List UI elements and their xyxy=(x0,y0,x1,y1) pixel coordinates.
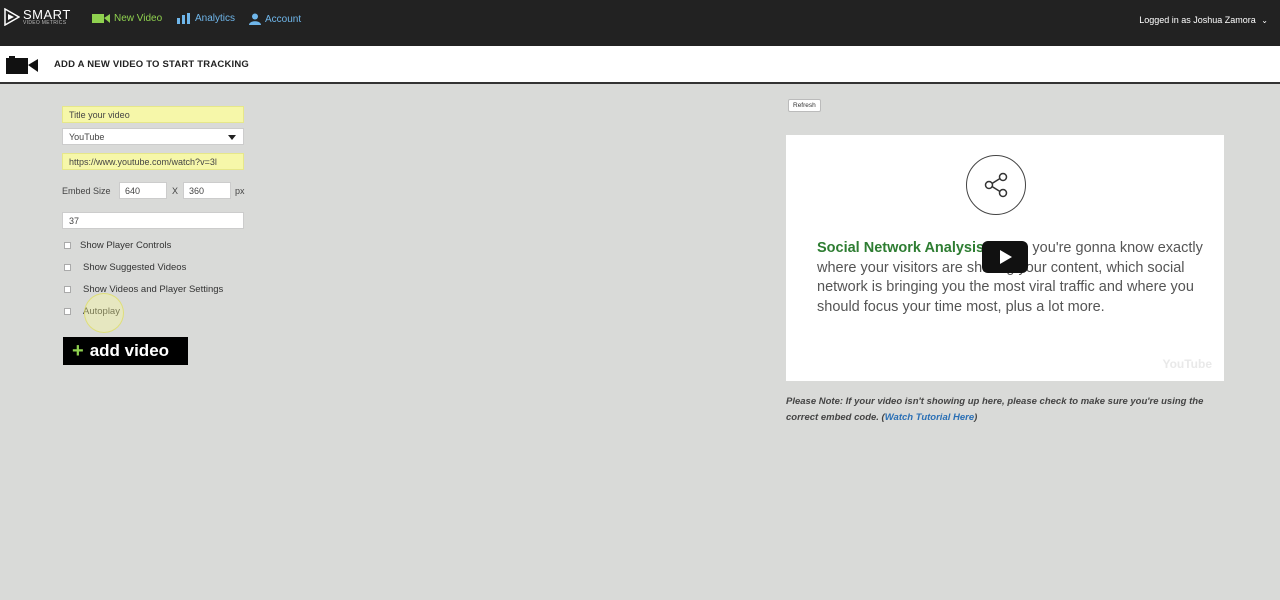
logged-in-text: Logged in as Joshua Zamora xyxy=(1139,15,1256,25)
add-video-label: add video xyxy=(89,341,170,360)
play-button-icon[interactable] xyxy=(982,241,1028,273)
dropdown-arrow-icon xyxy=(228,135,236,140)
note-text: Please Note: If your video isn't showing… xyxy=(786,396,1204,423)
nav-new-video-label: New Video xyxy=(114,13,163,24)
logged-in-user-menu[interactable]: Logged in as Joshua Zamora ⌄ xyxy=(1139,15,1268,25)
play-logo-icon xyxy=(4,8,20,26)
nav-analytics-label: Analytics xyxy=(195,13,236,24)
show-player-controls-checkbox[interactable] xyxy=(64,242,71,249)
cursor-highlight xyxy=(84,293,124,333)
show-suggested-videos-option[interactable]: Show Suggested Videos xyxy=(64,262,186,273)
top-navbar: SMART VIDEO METRICS New Video Analytics … xyxy=(0,0,1280,46)
logo[interactable]: SMART VIDEO METRICS xyxy=(4,8,71,26)
page-header: ADD A NEW VIDEO TO START TRACKING xyxy=(0,46,1280,84)
video-camera-icon xyxy=(92,13,110,24)
number-input[interactable]: 37 xyxy=(62,212,244,229)
watch-tutorial-link[interactable]: Watch Tutorial Here xyxy=(885,412,974,423)
embed-note: Please Note: If your video isn't showing… xyxy=(786,394,1226,426)
note-end: ) xyxy=(974,412,978,423)
video-source-value: YouTube xyxy=(69,132,105,142)
embed-size-label: Embed Size xyxy=(62,186,111,196)
chevron-down-icon: ⌄ xyxy=(1261,16,1268,25)
bar-chart-icon xyxy=(177,13,191,24)
nav-new-video[interactable]: New Video xyxy=(92,13,162,24)
show-videos-player-settings-option[interactable]: Show Videos and Player Settings xyxy=(64,284,223,295)
show-suggested-videos-label: Show Suggested Videos xyxy=(83,262,187,273)
embed-unit-label: px xyxy=(235,186,245,196)
embed-width-input[interactable]: 640 xyxy=(119,182,167,199)
add-video-button[interactable]: + add video xyxy=(63,337,188,365)
video-url-input[interactable]: https://www.youtube.com/watch?v=3l xyxy=(62,153,244,170)
share-icon xyxy=(966,155,1026,215)
show-player-controls-label: Show Player Controls xyxy=(80,240,172,251)
video-title-input[interactable]: Title your video xyxy=(62,106,244,123)
nav-account[interactable]: Account xyxy=(249,13,301,25)
logo-subtitle: VIDEO METRICS xyxy=(23,20,67,26)
show-suggested-videos-checkbox[interactable] xyxy=(64,264,71,271)
video-camera-icon xyxy=(6,56,38,74)
page-title: ADD A NEW VIDEO TO START TRACKING xyxy=(54,59,250,70)
video-heading: Social Network Analysis xyxy=(817,240,985,256)
show-player-controls-option[interactable]: Show Player Controls xyxy=(64,240,171,251)
refresh-button[interactable]: Refresh xyxy=(788,99,821,112)
video-preview[interactable]: Social Network Analysis - Here you're go… xyxy=(786,135,1224,381)
embed-height-input[interactable]: 360 xyxy=(183,182,231,199)
user-icon xyxy=(249,13,261,25)
show-videos-player-settings-checkbox[interactable] xyxy=(64,286,71,293)
nav-analytics[interactable]: Analytics xyxy=(177,13,235,24)
embed-x-label: X xyxy=(172,186,179,196)
plus-icon: + xyxy=(72,340,84,362)
nav-account-label: Account xyxy=(265,13,302,25)
video-source-select[interactable]: YouTube xyxy=(62,128,244,145)
autoplay-checkbox[interactable] xyxy=(64,308,71,315)
youtube-watermark: YouTube xyxy=(1162,357,1212,371)
